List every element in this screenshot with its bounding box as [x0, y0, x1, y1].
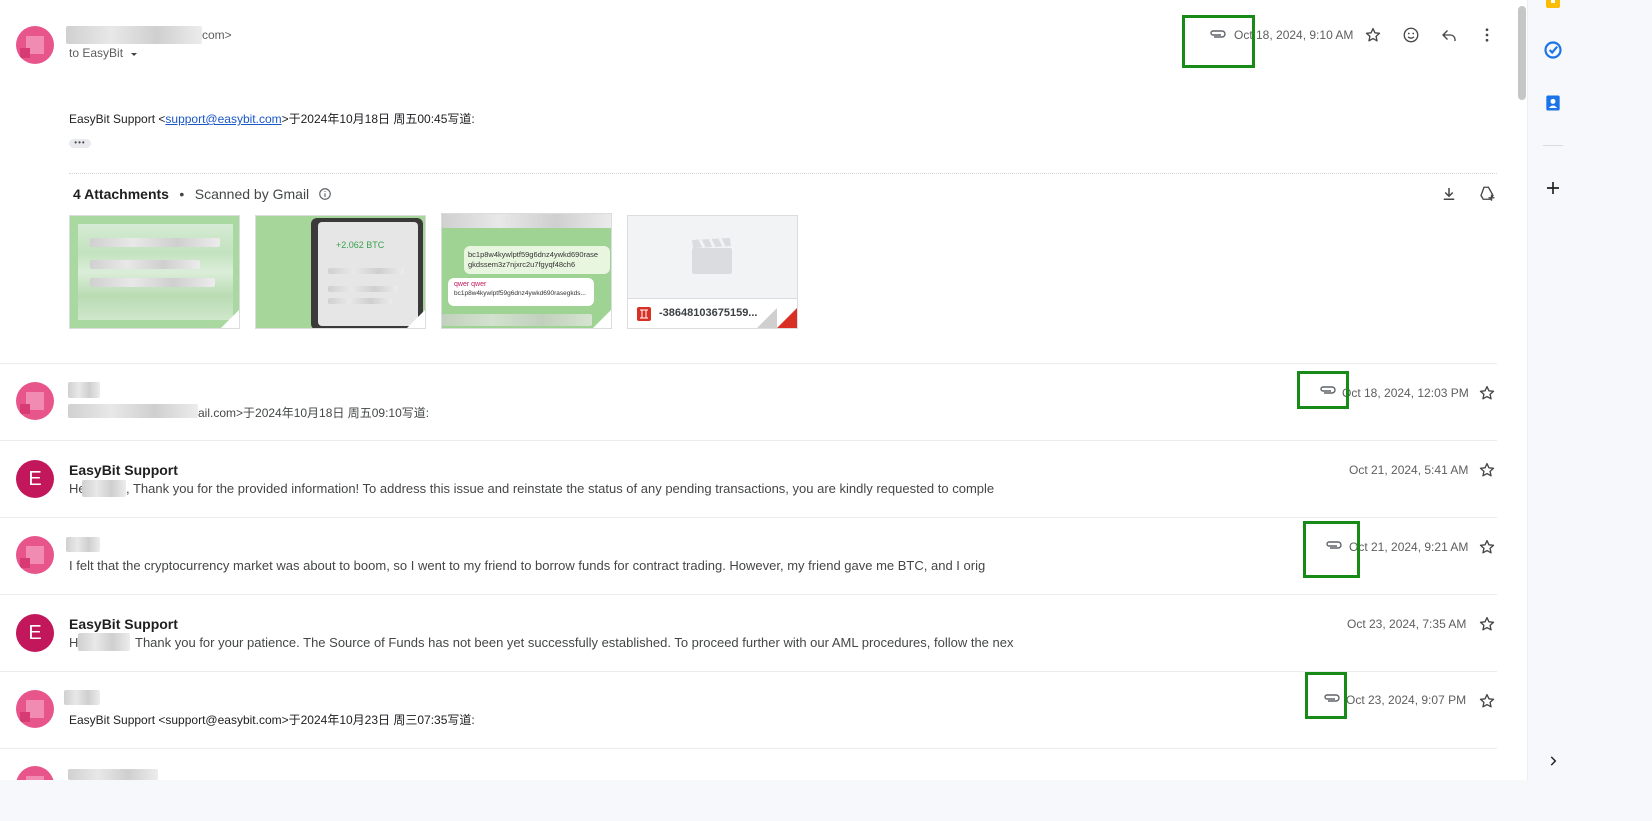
rail-divider: [1543, 145, 1563, 146]
attachment-video[interactable]: -38648103675159...: [627, 215, 798, 329]
reply-sender-name: qwer qwer: [454, 281, 487, 288]
sender-avatar[interactable]: [16, 536, 54, 574]
side-panel-rail: [1529, 0, 1652, 821]
sender-avatar[interactable]: [16, 690, 54, 728]
btc-address-line-2: gkdssem3z7njxrc2u7fgyqf48ch6: [468, 260, 576, 269]
attachments-separator: •: [179, 186, 185, 202]
star-icon[interactable]: [1477, 691, 1497, 711]
message-date: Oct 23, 2024, 9:07 PM: [1346, 693, 1467, 707]
emoji-icon[interactable]: [1401, 25, 1421, 45]
highlight-box: [1297, 371, 1349, 409]
quoted-header: EasyBit Support <support@easybit.com>于20…: [69, 110, 475, 127]
btc-amount: +2.062 BTC: [336, 240, 385, 250]
highlight-box: [1182, 15, 1255, 68]
sender-avatar[interactable]: [16, 26, 54, 64]
star-icon[interactable]: [1477, 614, 1497, 634]
info-icon[interactable]: [318, 187, 332, 201]
redacted-sender-name: [68, 769, 158, 780]
highlight-box: [1303, 521, 1360, 578]
attachments-divider: [69, 173, 1497, 174]
conversation-pane: com> to EasyBit Oct 18, 2024, 9:10 AM Ea…: [0, 0, 1528, 780]
tasks-icon[interactable]: [1541, 38, 1565, 62]
quote-suffix: >于2024年10月18日 周五00:45写道:: [281, 112, 475, 126]
show-trimmed-button[interactable]: •••: [69, 139, 91, 148]
sender-avatar[interactable]: [16, 382, 54, 420]
message-date: Oct 23, 2024, 7:35 AM: [1347, 617, 1467, 631]
message-snippet: Thank you for your patience. The Source …: [135, 635, 1014, 650]
to-label: to EasyBit: [69, 46, 124, 60]
sender-avatar[interactable]: [16, 766, 54, 780]
add-to-drive-icon[interactable]: [1477, 184, 1497, 204]
recipients-toggle[interactable]: to EasyBit: [69, 46, 139, 60]
redacted-sender-name: [68, 382, 100, 398]
scanned-by-label: Scanned by Gmail: [194, 186, 310, 202]
star-icon[interactable]: [1477, 537, 1497, 557]
redacted-name: [78, 633, 130, 651]
attachments-count: 4 Attachments: [73, 186, 169, 202]
sender-avatar[interactable]: E: [16, 460, 54, 498]
scrollbar[interactable]: [1514, 0, 1527, 780]
star-icon[interactable]: [1477, 383, 1497, 403]
sender-email: com>: [202, 28, 232, 42]
attachment-thumbnail-1[interactable]: [69, 215, 240, 329]
star-icon[interactable]: [1363, 25, 1383, 45]
keep-icon[interactable]: [1541, 0, 1565, 10]
more-vert-icon[interactable]: [1477, 25, 1497, 45]
download-all-icon[interactable]: [1439, 184, 1459, 204]
add-addon-icon[interactable]: [1541, 176, 1565, 200]
sender-name: EasyBit Support: [69, 462, 178, 478]
btc-address-line-1: bc1p8w4kywlptf59g6dnz4ywkd690rase: [468, 250, 599, 259]
scrollbar-thumb[interactable]: [1518, 6, 1526, 100]
star-icon[interactable]: [1477, 460, 1497, 480]
message-date: Oct 21, 2024, 9:21 AM: [1349, 540, 1469, 554]
video-file-icon: [636, 306, 652, 322]
redacted-sender-name: [64, 690, 100, 705]
support-email-link[interactable]: support@easybit.com: [165, 112, 281, 126]
reply-icon[interactable]: [1439, 25, 1459, 45]
snippet-start: H: [69, 635, 79, 650]
message-snippet: I felt that the cryptocurrency market wa…: [69, 558, 986, 573]
video-placeholder-icon: [688, 234, 736, 278]
sender-name: EasyBit Support: [69, 616, 178, 632]
highlight-box: [1305, 672, 1347, 719]
attachment-thumbnail-3[interactable]: bc1p8w4kywlptf59g6dnz4ywkd690rase gkdsse…: [441, 213, 612, 329]
video-filename: -38648103675159...: [659, 307, 758, 319]
expand-panel-icon[interactable]: [1541, 749, 1565, 773]
reply-address: bc1p8w4kywlptf59g6dnz4ywkd690rasegkds...: [454, 290, 586, 297]
message-date: Oct 21, 2024, 5:41 AM: [1349, 463, 1469, 477]
message-snippet: , Thank you for the provided information…: [126, 481, 995, 496]
attachment-thumbnail-2[interactable]: +2.062 BTC: [255, 215, 426, 329]
sender-avatar[interactable]: E: [16, 614, 54, 652]
redacted-sender-name: [66, 26, 202, 44]
redacted-name: [82, 480, 126, 497]
redacted-snippet: [68, 404, 198, 418]
redacted-sender-name: [66, 537, 100, 552]
message-snippet: EasyBit Support <support@easybit.com>于20…: [69, 713, 475, 727]
quote-prefix: EasyBit Support <: [69, 112, 166, 126]
contacts-icon[interactable]: [1541, 91, 1565, 115]
caret-down-icon: [131, 52, 138, 56]
attachments-header: 4 Attachments • Scanned by Gmail: [73, 186, 332, 204]
message-snippet: ail.com>于2024年10月18日 周五09:10写道:: [198, 406, 430, 420]
message-date: Oct 18, 2024, 12:03 PM: [1342, 386, 1469, 400]
